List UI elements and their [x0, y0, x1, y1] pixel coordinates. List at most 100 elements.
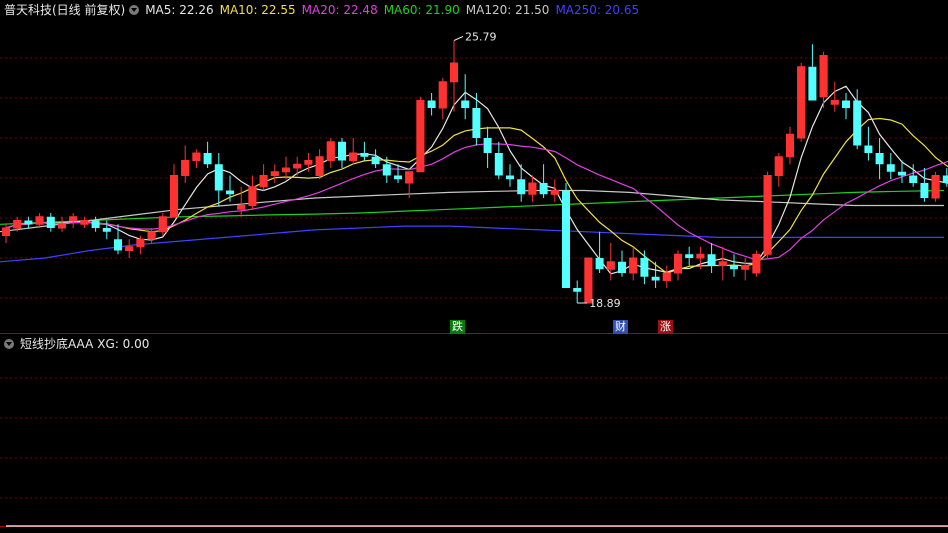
main-panel-header: 普天科技(日线 前复权) MA5: 22.26 MA10: 22.55 MA20: 2… [4, 2, 645, 18]
candle-body [875, 153, 884, 165]
main-panel-title: 普天科技(日线 前复权) [4, 3, 126, 17]
candle-body-fill [662, 273, 671, 281]
candle-body-fill [752, 254, 761, 273]
candle-body-fill [304, 160, 313, 165]
candle-body-fill [416, 100, 425, 172]
candle-body-fill [550, 190, 559, 195]
candle-body-fill [696, 254, 705, 258]
candle-body [483, 138, 492, 153]
ma20-label: MA20: 22.48 [301, 3, 378, 17]
candle-body [203, 153, 212, 165]
candle-body [494, 153, 503, 176]
candle-body-fill [774, 156, 783, 176]
candle-body [909, 175, 918, 183]
candle-body-fill [606, 261, 615, 270]
candle-body [842, 100, 850, 108]
candle-body [461, 100, 470, 108]
candle-body-fill [35, 216, 44, 225]
candle-body-fill [405, 171, 414, 183]
marker-finance: 财 [613, 320, 628, 334]
candle-body [360, 153, 369, 157]
sub-settings-dropdown-icon[interactable] [4, 339, 14, 349]
candle-body-fill [282, 168, 290, 172]
candle-body-fill [158, 216, 167, 232]
candle-body [685, 254, 694, 258]
candle-body-fill [674, 254, 682, 273]
candle-body-fill [763, 175, 772, 255]
candle-body-fill [450, 63, 458, 82]
candle-body [808, 66, 817, 101]
candle-body [886, 164, 895, 172]
candle-body-fill [438, 81, 447, 108]
candle-body-fill [270, 171, 279, 176]
candle-body [942, 175, 948, 183]
candle-body-fill [293, 164, 302, 168]
sub-panel-title: 短线抄底AAA [20, 337, 94, 351]
candle-body [595, 258, 604, 270]
marker-fall: 跌 [450, 320, 465, 334]
ma-line-ma120 [0, 189, 944, 233]
candle-body [427, 100, 436, 108]
candle-body [214, 164, 223, 191]
candle-body [394, 175, 402, 180]
candle-body-fill [786, 134, 794, 157]
low-price-label: 18.89 [589, 297, 621, 310]
ma5-label: MA5: 22.26 [145, 3, 214, 17]
candle-body-fill [931, 175, 940, 198]
settings-dropdown-icon[interactable] [129, 5, 140, 15]
candle-body-fill [248, 186, 257, 206]
candle-body [707, 254, 716, 266]
high-price-label: 25.79 [465, 31, 497, 44]
candle-body-fill [741, 265, 750, 270]
candle-body-fill [315, 156, 324, 176]
candle-body [371, 156, 380, 165]
candle-body [517, 179, 526, 195]
candle-body [562, 190, 570, 288]
candle-body [226, 190, 234, 195]
candle-body [898, 171, 906, 176]
sub-panel-header: 短线抄底AAA XG: 0.00 [4, 336, 155, 352]
ma10-label: MA10: 22.55 [219, 3, 296, 17]
candle-body [472, 108, 481, 138]
candle-body-fill [136, 239, 145, 247]
candle-body [114, 239, 122, 251]
candle-body-fill [349, 153, 358, 161]
candle-body-fill [830, 100, 839, 105]
candle-body-fill [2, 228, 10, 236]
candle-body-fill [69, 216, 78, 221]
candle-body [640, 258, 649, 277]
candle-body [573, 288, 582, 292]
candle-body-fill [629, 258, 638, 273]
candle-body-fill [181, 160, 190, 176]
candle-body [920, 183, 929, 198]
ma60-label: MA60: 21.90 [383, 3, 460, 17]
candle-body-fill [259, 175, 268, 187]
candle-body [102, 228, 111, 232]
candle-body [864, 145, 873, 153]
marker-rise: 涨 [658, 320, 673, 334]
candle-body-fill [170, 175, 178, 217]
candle-body-fill [819, 55, 828, 97]
xg-value-label: XG: 0.00 [97, 337, 150, 351]
candle-body [539, 183, 548, 195]
candle-body [46, 216, 55, 228]
candle-body [853, 100, 862, 146]
candle-body-fill [125, 246, 134, 251]
candle-body [24, 220, 33, 225]
candle-body [651, 276, 660, 281]
ma120-label: MA120: 21.50 [465, 3, 550, 17]
candle-body [338, 141, 346, 161]
candle-body-fill [237, 205, 246, 210]
candle-body [506, 175, 514, 180]
candle-body-fill [13, 220, 22, 228]
candle-body-fill [80, 220, 89, 225]
candle-body [382, 164, 391, 176]
candle-body-fill [797, 66, 806, 138]
stock-chart: 25.79 18.89 [0, 31, 948, 527]
ma-line-ma60 [0, 189, 945, 225]
high-pointer [453, 36, 464, 41]
candle-body [618, 261, 626, 273]
candle-body-fill [58, 224, 66, 228]
candle-body-fill [528, 183, 537, 195]
candle-body-fill [718, 261, 727, 266]
